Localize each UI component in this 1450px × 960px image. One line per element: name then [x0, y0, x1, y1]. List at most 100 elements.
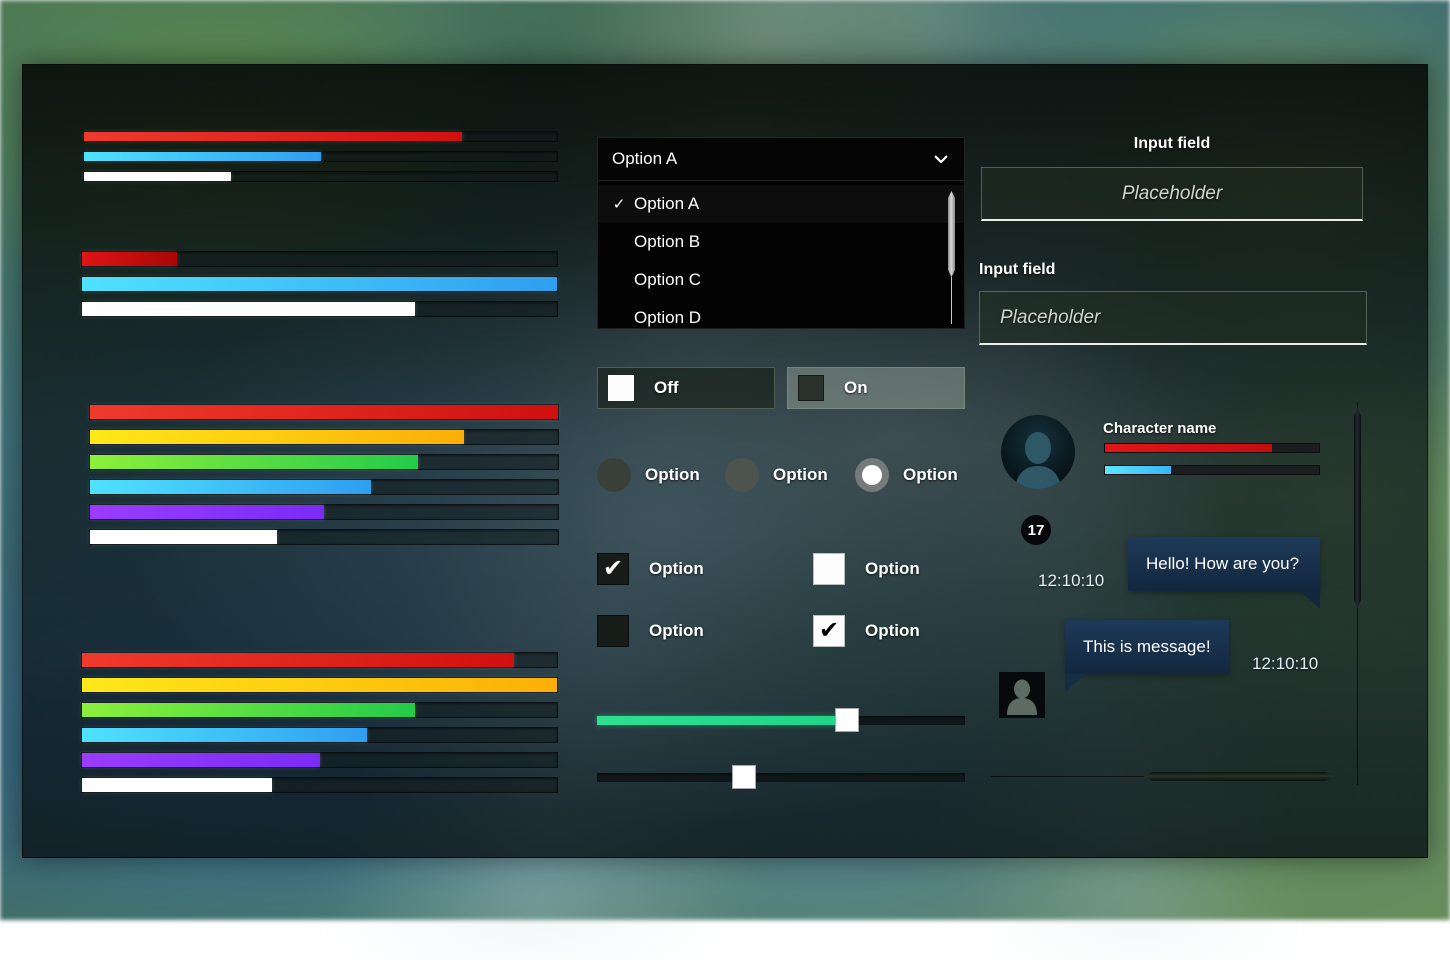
checkbox-group: ✔ Option Option Option ✔ Option	[597, 553, 987, 663]
horizontal-scrollbar[interactable]	[991, 772, 1331, 781]
toggle-off-button[interactable]: Off	[597, 367, 775, 409]
chat-message-text: This is message!	[1083, 637, 1211, 657]
progress-fill	[84, 132, 462, 141]
input-field-left[interactable]: Placeholder	[979, 291, 1367, 345]
bubble-tail	[1065, 674, 1085, 692]
radio-option-1[interactable]: Option	[597, 458, 725, 492]
progress-fill	[90, 430, 464, 444]
progress-bar	[81, 727, 558, 743]
radio-label: Option	[645, 465, 700, 485]
progress-fill	[90, 405, 558, 419]
progress-group-thin	[83, 131, 558, 191]
checkbox-icon-checked: ✔	[597, 553, 629, 585]
radio-dot	[862, 465, 882, 485]
checkbox-label: Option	[649, 559, 704, 579]
toggle-on-button[interactable]: On	[787, 367, 965, 409]
radio-option-3-selected[interactable]: Option	[855, 458, 958, 492]
chat-bubble-right: Hello! How are you?	[1128, 537, 1320, 591]
progress-bar	[81, 276, 558, 292]
radio-icon-selected	[855, 458, 889, 492]
checkbox-icon-unchecked	[813, 553, 845, 585]
progress-fill	[90, 455, 418, 469]
slider-handle[interactable]	[732, 765, 756, 789]
progress-fill	[82, 302, 415, 316]
dropdown-scrollbar[interactable]	[946, 189, 956, 324]
dropdown-option-d[interactable]: Option D	[598, 299, 964, 329]
radio-label: Option	[773, 465, 828, 485]
slider-handle[interactable]	[835, 708, 859, 732]
radio-option-2[interactable]: Option	[725, 458, 855, 492]
input-placeholder: Placeholder	[1122, 183, 1222, 205]
dropdown-option-a[interactable]: ✓ Option A	[598, 185, 964, 223]
vertical-scrollbar[interactable]	[1353, 402, 1362, 785]
chat-avatar[interactable]	[999, 672, 1045, 718]
slider-track[interactable]	[597, 773, 965, 782]
toggle-label: On	[844, 378, 868, 398]
chat-message-text: Hello! How are you?	[1146, 554, 1299, 574]
dropdown-toggle[interactable]: Option A	[597, 137, 965, 181]
progress-fill	[82, 653, 514, 667]
progress-bar	[81, 652, 558, 668]
checkbox-1[interactable]: ✔ Option	[597, 553, 704, 585]
dropdown-option-label: Option B	[634, 232, 700, 252]
avatar[interactable]	[1001, 415, 1075, 489]
dropdown-option-c[interactable]: Option C	[598, 261, 964, 299]
mana-bar	[1104, 465, 1320, 475]
progress-fill	[84, 172, 231, 181]
checkbox-icon-unchecked	[597, 615, 629, 647]
dropdown-option-label: Option A	[634, 194, 699, 214]
check-icon: ✓	[610, 195, 628, 213]
progress-fill	[82, 728, 367, 742]
progress-bar	[83, 151, 558, 162]
progress-bar	[89, 454, 559, 470]
main-panel: Option A ✓ Option A Option B Option C Op…	[22, 64, 1428, 858]
progress-fill	[82, 778, 272, 792]
input-field-centered-label: Input field	[981, 135, 1363, 153]
horizontal-scrollbar-thumb[interactable]	[1144, 772, 1334, 781]
progress-fill	[90, 505, 324, 519]
dropdown-scrollbar-thumb[interactable]	[948, 191, 955, 277]
checkbox-2[interactable]: Option	[813, 553, 920, 585]
progress-bar	[89, 479, 559, 495]
dropdown-option-b[interactable]: Option B	[598, 223, 964, 261]
toggle-label: Off	[654, 378, 679, 398]
progress-bar	[89, 504, 559, 520]
progress-bar	[81, 677, 558, 693]
slider-empty[interactable]	[597, 765, 965, 789]
chevron-down-icon	[932, 150, 950, 168]
checkbox-label: Option	[865, 559, 920, 579]
progress-bar	[89, 429, 559, 445]
dropdown-option-label: Option C	[634, 270, 701, 290]
dropdown-selected-value: Option A	[612, 149, 932, 169]
dropdown-scrollbar-track-line	[951, 277, 952, 324]
person-silhouette-icon	[1005, 679, 1039, 715]
progress-fill	[82, 277, 557, 291]
character-name: Character name	[1103, 420, 1216, 437]
checkbox-3[interactable]: Option	[597, 615, 704, 647]
progress-fill	[90, 480, 371, 494]
progress-group-six-b	[81, 652, 558, 802]
progress-bar	[81, 251, 558, 267]
slider-fill	[597, 716, 847, 725]
checkbox-4[interactable]: ✔ Option	[813, 615, 920, 647]
dropdown-option-label: Option D	[634, 308, 701, 328]
radio-icon	[725, 458, 759, 492]
radio-label: Option	[903, 465, 958, 485]
toggle-indicator	[608, 375, 634, 401]
chat-timestamp-right: 12:10:10	[1252, 654, 1318, 674]
radio-group: Option Option Option	[597, 458, 987, 492]
progress-group-six-a	[89, 404, 559, 554]
checkbox-label: Option	[649, 621, 704, 641]
input-field-centered[interactable]: Placeholder	[981, 167, 1363, 221]
input-field-left-label: Input field	[979, 261, 1055, 279]
progress-bar	[81, 702, 558, 718]
progress-fill	[82, 703, 415, 717]
person-silhouette-icon	[1009, 431, 1067, 489]
progress-bar	[89, 529, 559, 545]
vertical-scrollbar-thumb[interactable]	[1354, 408, 1361, 608]
progress-fill	[90, 530, 277, 544]
health-bar	[1104, 443, 1320, 453]
progress-bar	[81, 301, 558, 317]
chat-bubble-left: This is message!	[1065, 620, 1229, 674]
slider-filled[interactable]	[597, 708, 965, 732]
